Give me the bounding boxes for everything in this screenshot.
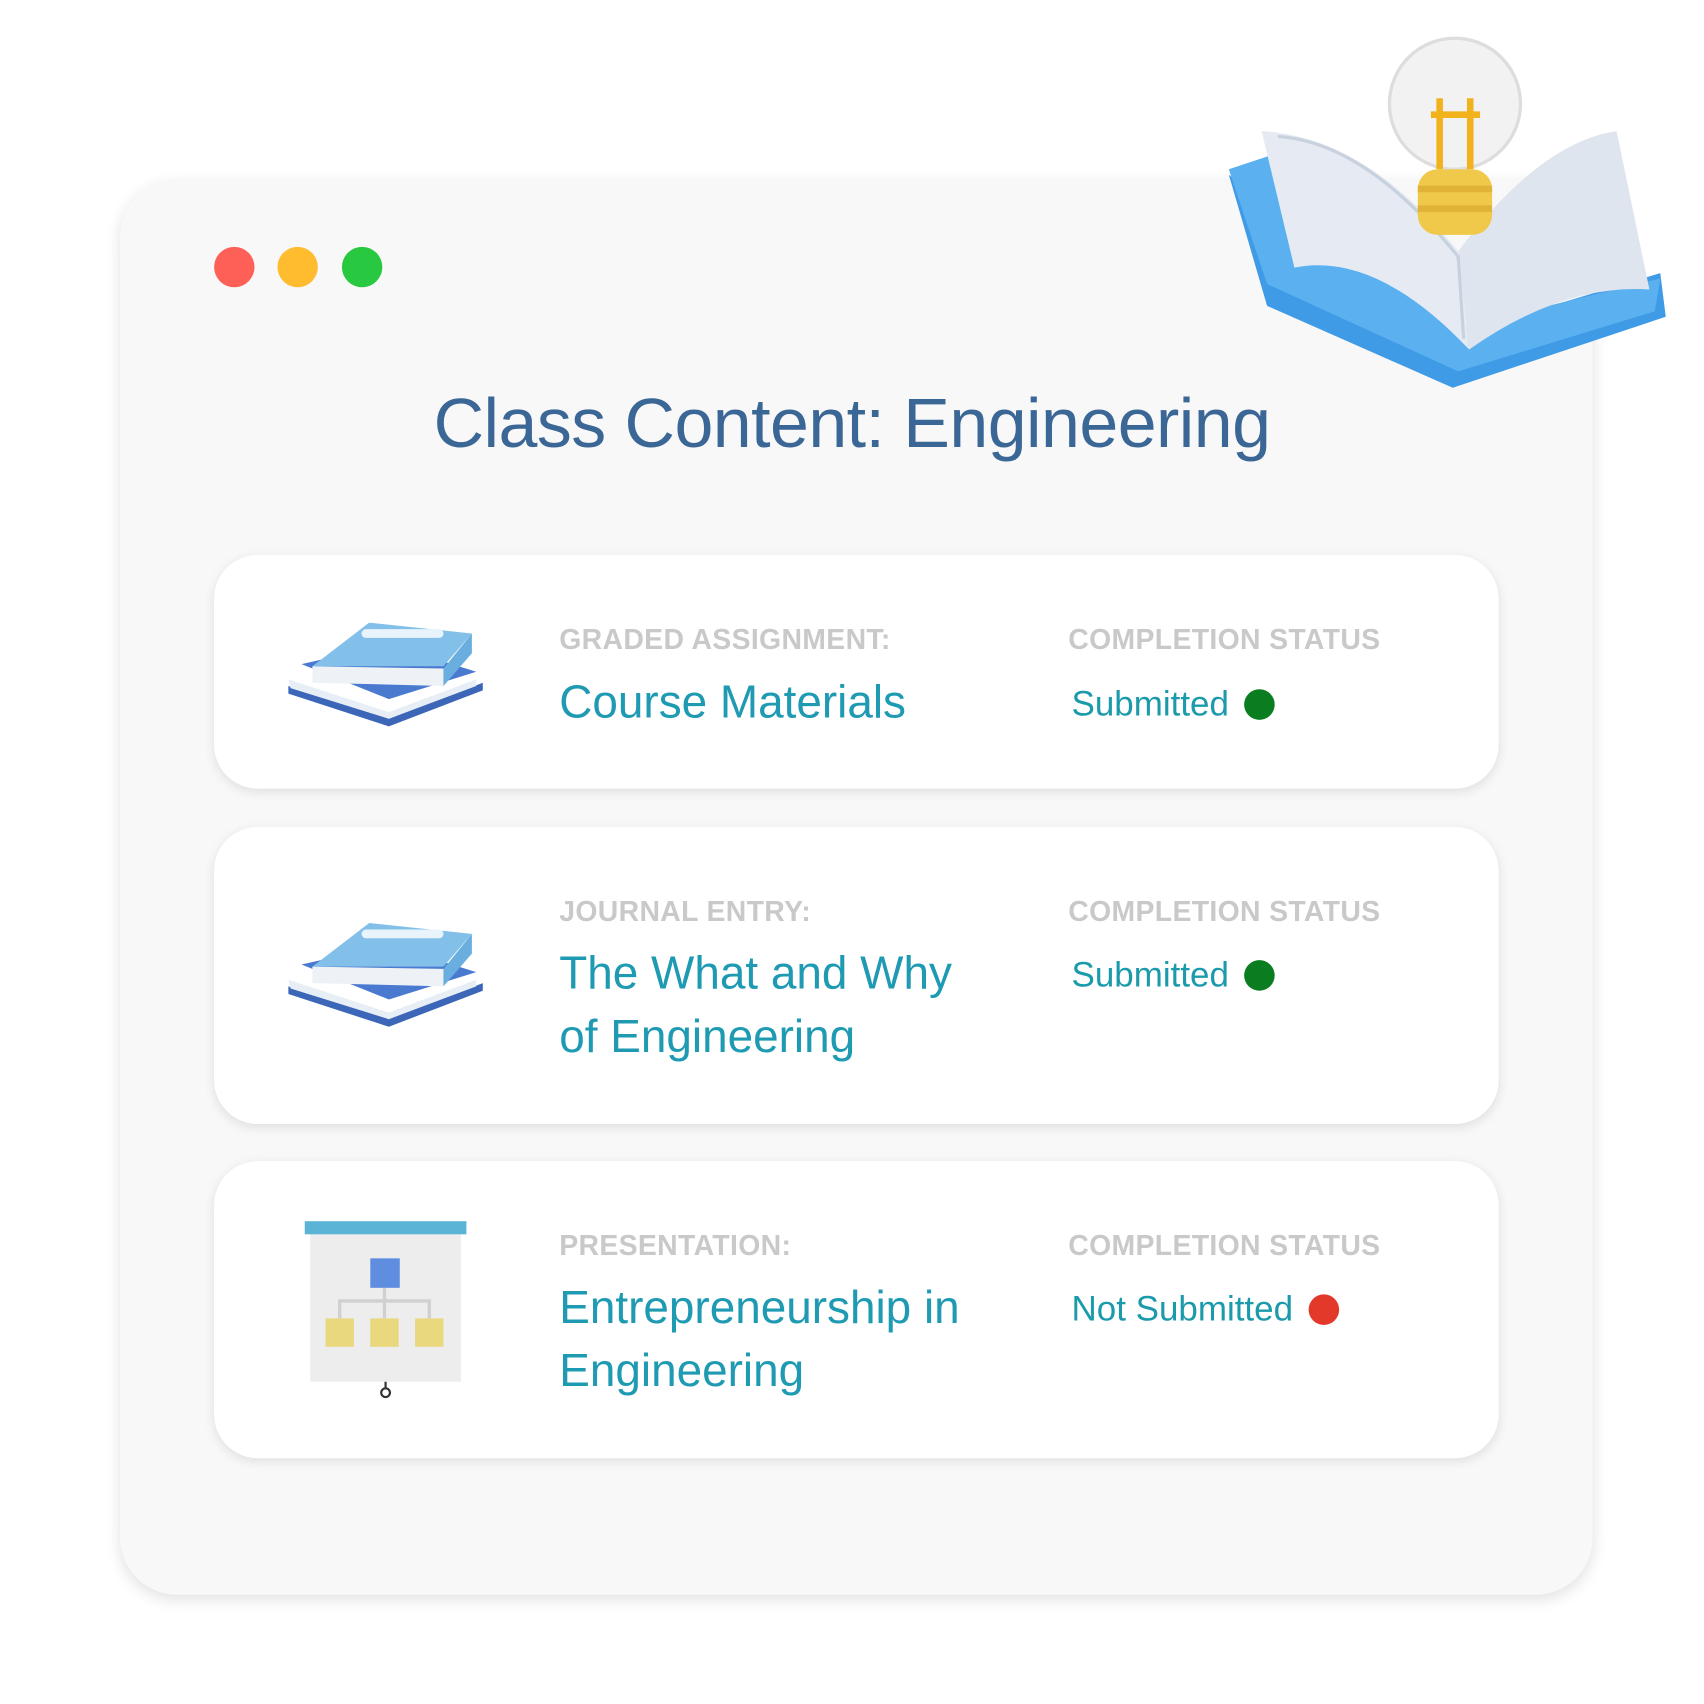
status-text: Submitted bbox=[1071, 683, 1229, 724]
open-book-lightbulb-icon bbox=[1228, 36, 1666, 388]
item-type-label: GRADED ASSIGNMENT: bbox=[559, 622, 891, 656]
presentation-board-icon bbox=[304, 1221, 467, 1399]
status-text: Submitted bbox=[1071, 954, 1229, 994]
completion-status-label: COMPLETION STATUS bbox=[1068, 1228, 1381, 1262]
content-item-card[interactable]: PRESENTATION: Entrepreneurship in Engine… bbox=[214, 1161, 1499, 1459]
status-indicator-icon bbox=[1244, 688, 1275, 720]
item-title-link[interactable]: Course Materials bbox=[559, 671, 996, 734]
close-button[interactable] bbox=[214, 246, 255, 288]
minimize-button[interactable] bbox=[277, 246, 318, 288]
books-icon bbox=[288, 922, 483, 1027]
status-indicator-icon bbox=[1308, 1293, 1339, 1325]
completion-status: Submitted bbox=[1072, 955, 1275, 995]
item-title-link[interactable]: Entrepreneurship in Engineering bbox=[559, 1276, 996, 1403]
item-type-label: JOURNAL ENTRY: bbox=[559, 894, 812, 928]
completion-status-label: COMPLETION STATUS bbox=[1068, 622, 1381, 656]
completion-status: Not Submitted bbox=[1072, 1289, 1339, 1329]
maximize-button[interactable] bbox=[341, 246, 383, 288]
item-type-label: PRESENTATION: bbox=[559, 1228, 792, 1262]
status-indicator-icon bbox=[1244, 959, 1275, 991]
books-icon bbox=[288, 622, 483, 727]
status-text: Not Submitted bbox=[1071, 1288, 1294, 1329]
item-title-link[interactable]: The What and Why of Engineering bbox=[559, 942, 996, 1069]
completion-status: Submitted bbox=[1072, 684, 1275, 724]
completion-status-label: COMPLETION STATUS bbox=[1068, 894, 1381, 928]
content-item-card[interactable]: GRADED ASSIGNMENT: Course Materials COMP… bbox=[214, 554, 1499, 789]
page-title: Class Content: Engineering bbox=[433, 383, 1271, 463]
content-item-card[interactable]: JOURNAL ENTRY: The What and Why of Engin… bbox=[214, 826, 1499, 1124]
